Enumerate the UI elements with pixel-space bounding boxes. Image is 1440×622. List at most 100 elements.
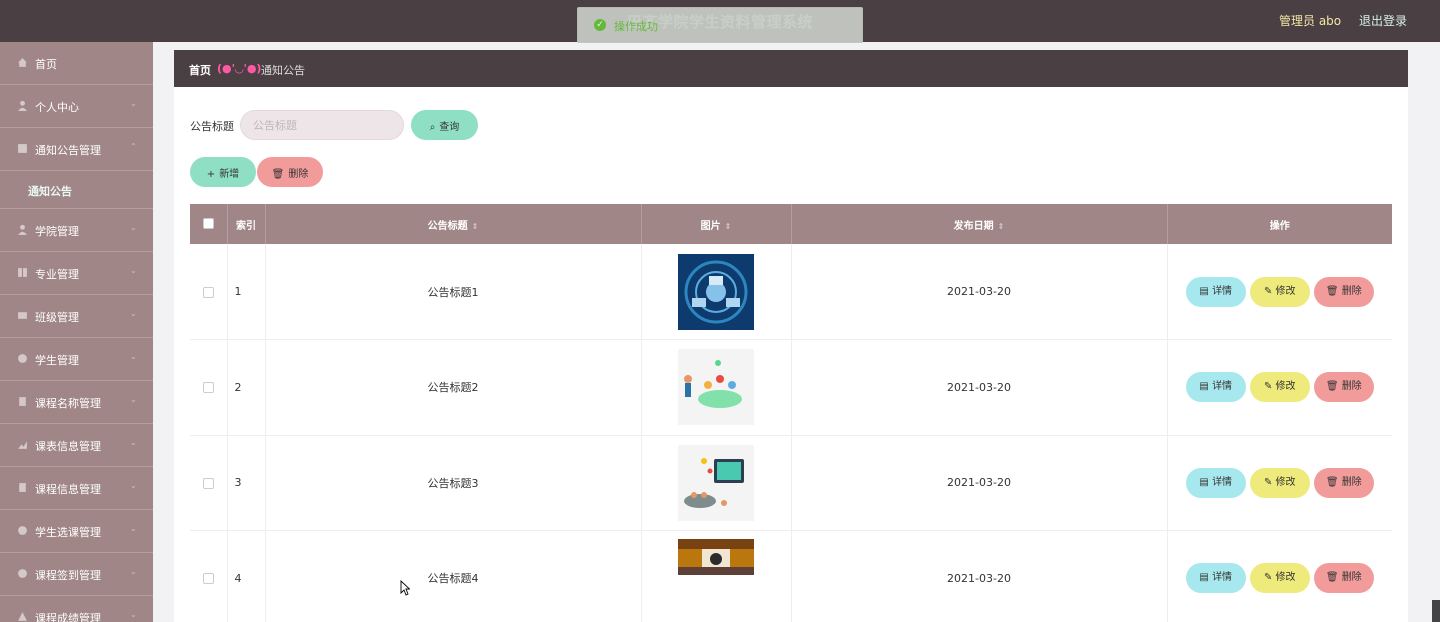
course-icon (19, 397, 26, 406)
admin-label: 管理员 abo (1279, 14, 1342, 28)
delete-button[interactable]: 🗑 删除 (1313, 467, 1374, 498)
batch-delete-button[interactable]: 🗑 删除 (257, 157, 323, 187)
breadcrumb-home[interactable]: 首页 (189, 62, 211, 78)
col-actions: 操作 (1167, 204, 1392, 244)
trash-icon: 🗑 (1325, 476, 1342, 488)
scrollbar[interactable] (1432, 600, 1440, 622)
chevron-down-icon: ⌄ (130, 309, 137, 318)
sidebar-item-course-name[interactable]: 课程名称管理 ⌄ (0, 381, 153, 424)
row-checkbox[interactable] (202, 477, 214, 489)
trash-icon: 🗑 (1325, 285, 1342, 297)
student-icon (18, 354, 27, 363)
sidebar-item-score[interactable]: 课程成绩管理 ⌄ (0, 596, 153, 622)
delete-button[interactable]: 🗑 删除 (1313, 372, 1374, 403)
edit-button[interactable]: ✎ 修改 (1249, 563, 1310, 594)
sidebar-item-home[interactable]: 首页 (0, 42, 153, 85)
chevron-down-icon: ⌄ (130, 524, 137, 533)
score-icon (18, 612, 27, 621)
row-actions: ▤ 详情 ✎ 修改 🗑 删除 (1167, 530, 1392, 622)
pencil-icon: ✎ (1263, 476, 1276, 488)
sidebar-subitem-notice[interactable]: 通知公告 (0, 171, 153, 209)
row-index: 3 (227, 435, 266, 531)
delete-button[interactable]: 🗑 删除 (1313, 563, 1374, 594)
document-icon: ▤ (1199, 381, 1213, 393)
query-button[interactable]: ⌕ 查询 (411, 110, 478, 140)
edit-button[interactable]: ✎ 修改 (1249, 276, 1310, 307)
logout-link[interactable]: 退出登录 (1359, 14, 1407, 28)
sidebar-item-course-info[interactable]: 课程信息管理 ⌄ (0, 467, 153, 510)
col-title[interactable]: 公告标题 ⇕ (265, 204, 642, 244)
row-checkbox[interactable] (202, 286, 214, 298)
row-actions: ▤ 详情 ✎ 修改 🗑 删除 (1167, 244, 1392, 340)
row-actions: ▤ 详情 ✎ 修改 🗑 删除 (1167, 339, 1392, 436)
sort-icon[interactable]: ⇕ (998, 222, 1005, 231)
sidebar-item-schedule[interactable]: 课表信息管理 ⌄ (0, 424, 153, 467)
select-all-checkbox[interactable] (202, 218, 214, 230)
table-row: 2 公告标题2 2021-03-20 ▤ 详情 ✎ 修改 🗑 删除 (190, 339, 1392, 436)
chevron-down-icon: ⌄ (130, 438, 137, 447)
col-date[interactable]: 发布日期 ⇕ (791, 204, 1168, 244)
pencil-icon: ✎ (1263, 285, 1276, 297)
trash-icon: 🗑 (271, 168, 285, 180)
row-actions: ▤ 详情 ✎ 修改 🗑 删除 (1167, 435, 1392, 531)
table-row: 4 公告标题4 2021-03-20 ▤ 详情 ✎ 修改 🗑 删除 (190, 530, 1392, 622)
sidebar-item-course-select[interactable]: 学生选课管理 ⌄ (0, 510, 153, 553)
pencil-icon: ✎ (1263, 381, 1276, 393)
delete-button[interactable]: 🗑 删除 (1313, 276, 1374, 307)
chevron-down-icon: ⌄ (130, 266, 137, 275)
row-date: 2021-03-20 (791, 530, 1168, 622)
row-title: 公告标题4 (265, 530, 642, 622)
edit-button[interactable]: ✎ 修改 (1249, 467, 1310, 498)
table-row: 3 公告标题3 2021-03-20 ▤ 详情 ✎ 修改 🗑 删除 (190, 435, 1392, 531)
detail-button[interactable]: ▤ 详情 (1185, 276, 1246, 307)
detail-button[interactable]: ▤ 详情 (1185, 372, 1246, 403)
sidebar-item-class[interactable]: 班级管理 ⌄ (0, 295, 153, 338)
sidebar-item-major[interactable]: 专业管理 ⌄ (0, 252, 153, 295)
breadcrumb: 首页 (●'◡'●) 通知公告 (174, 50, 1408, 87)
detail-button[interactable]: ▤ 详情 (1185, 467, 1246, 498)
select-icon (18, 526, 27, 535)
signin-icon (18, 569, 27, 578)
row-index: 2 (227, 339, 266, 436)
network-illustration-image (678, 253, 754, 330)
chevron-down-icon: ⌄ (130, 567, 137, 576)
row-date: 2021-03-20 (791, 435, 1168, 531)
edit-button[interactable]: ✎ 修改 (1249, 372, 1310, 403)
col-index: 索引 (227, 204, 266, 244)
schedule-icon (18, 441, 27, 449)
user-icon (18, 100, 27, 111)
row-checkbox[interactable] (202, 573, 214, 585)
table-header: 索引 公告标题 ⇕ 图片 ⇕ 发布日期 ⇕ 操作 (190, 204, 1392, 244)
add-button[interactable]: + 新增 (190, 157, 256, 187)
sidebar-item-profile[interactable]: 个人中心 ⌄ (0, 85, 153, 128)
sidebar-item-college[interactable]: 学院管理 ⌄ (0, 209, 153, 252)
notice-icon (18, 144, 27, 153)
row-index: 1 (227, 244, 266, 340)
classroom-illustration-image (678, 349, 754, 426)
detail-button[interactable]: ▤ 详情 (1185, 563, 1246, 594)
sidebar-item-signin[interactable]: 课程签到管理 ⌄ (0, 553, 153, 596)
class-icon (18, 312, 27, 319)
info-icon (19, 483, 26, 492)
sort-icon[interactable]: ⇕ (725, 222, 732, 231)
sort-icon[interactable]: ⇕ (472, 222, 479, 231)
sidebar-item-student[interactable]: 学生管理 ⌄ (0, 338, 153, 381)
breadcrumb-separator: (●'◡'●) (217, 62, 262, 75)
chevron-up-icon: ⌃ (130, 142, 137, 151)
document-icon: ▤ (1199, 285, 1213, 297)
row-checkbox[interactable] (202, 382, 214, 394)
chevron-down-icon: ⌄ (130, 352, 137, 361)
col-image[interactable]: 图片 ⇕ (641, 204, 792, 244)
notice-table: 索引 公告标题 ⇕ 图片 ⇕ 发布日期 ⇕ 操作 1 公告标题1 2021-03… (190, 204, 1392, 622)
trash-icon: 🗑 (1325, 381, 1342, 393)
lecture-illustration-image (678, 444, 754, 521)
chevron-down-icon: ⌄ (130, 223, 137, 232)
search-icon: ⌕ (429, 121, 436, 133)
table-row: 1 公告标题1 2021-03-20 ▤ 详情 ✎ 修改 🗑 删除 (190, 244, 1392, 340)
chevron-down-icon: ⌄ (130, 481, 137, 490)
document-icon: ▤ (1199, 476, 1213, 488)
chevron-down-icon: ⌄ (130, 610, 137, 619)
sidebar: 首页 个人中心 ⌄ 通知公告管理 ⌃ 通知公告 学院管理 ⌄ 专业管理 ⌄ 班级… (0, 42, 153, 622)
search-input[interactable] (240, 110, 404, 140)
sidebar-item-notice-mgmt[interactable]: 通知公告管理 ⌃ (0, 128, 153, 171)
